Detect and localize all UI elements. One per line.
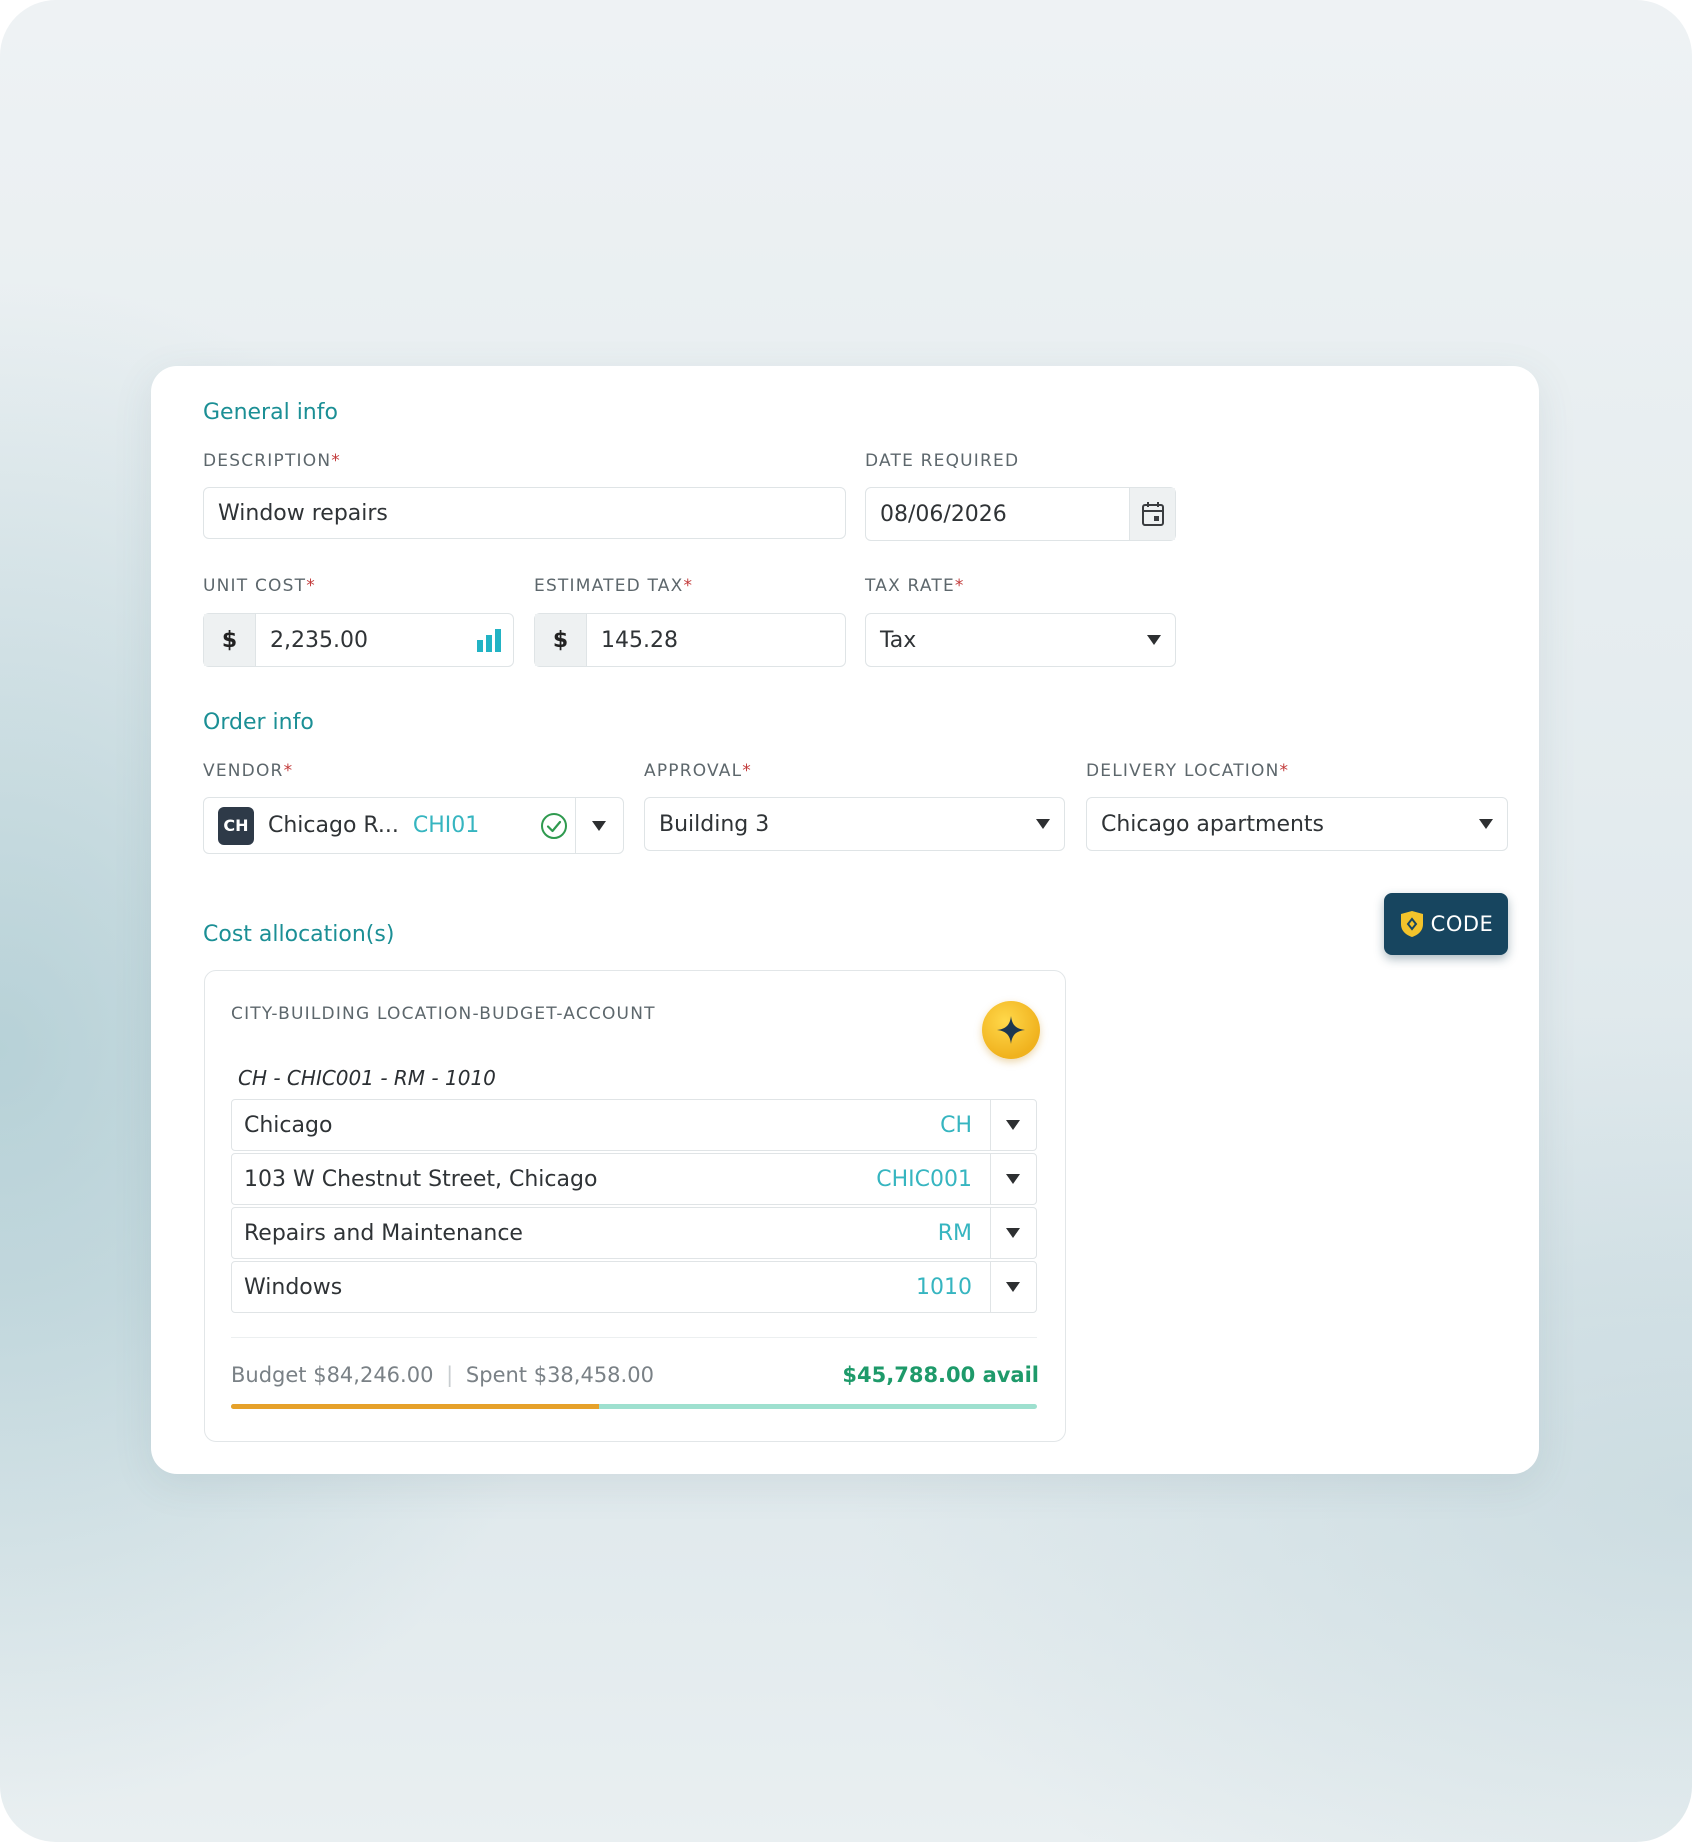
tax-rate-value: Tax bbox=[880, 627, 917, 653]
vendor-select[interactable]: CH Chicago R... CHI01 bbox=[203, 797, 624, 854]
segment-dropdown-button[interactable] bbox=[990, 1100, 1036, 1150]
chevron-down-icon bbox=[1006, 1282, 1020, 1292]
required-marker: * bbox=[283, 761, 294, 781]
segment-row-city[interactable]: Chicago CH bbox=[231, 1099, 1037, 1151]
approval-select[interactable]: Building 3 bbox=[644, 797, 1065, 851]
check-circle-icon bbox=[541, 813, 567, 839]
vendor-name: Chicago R... bbox=[268, 813, 399, 838]
vendor-label: VENDOR* bbox=[203, 761, 293, 781]
bar-chart-icon[interactable] bbox=[475, 626, 503, 654]
calendar-button[interactable] bbox=[1129, 488, 1175, 540]
sparkle-icon bbox=[997, 1016, 1025, 1044]
required-marker: * bbox=[331, 451, 341, 471]
form-card: General info DESCRIPTION* Window repairs… bbox=[151, 366, 1539, 1474]
cost-allocation-title: Cost allocation(s) bbox=[203, 922, 395, 947]
chevron-down-icon bbox=[1036, 819, 1050, 829]
required-marker: * bbox=[683, 576, 694, 596]
tax-rate-label: TAX RATE* bbox=[865, 576, 965, 596]
calendar-icon bbox=[1141, 502, 1164, 526]
description-label-text: DESCRIPTION bbox=[203, 451, 332, 471]
spent-amount: Spent $38,458.00 bbox=[465, 1363, 654, 1387]
available-amount: $45,788.00 avail bbox=[842, 1363, 1039, 1387]
segment-dropdown-button[interactable] bbox=[990, 1262, 1036, 1312]
general-info-title: General info bbox=[203, 400, 338, 425]
code-button[interactable]: CODE bbox=[1384, 893, 1508, 955]
date-required-value: 08/06/2026 bbox=[880, 501, 1007, 527]
budget-progress-bar bbox=[231, 1404, 1037, 1409]
required-marker: * bbox=[742, 761, 752, 781]
date-required-label: DATE REQUIRED bbox=[865, 451, 1020, 471]
shield-icon bbox=[1400, 911, 1423, 937]
required-marker: * bbox=[1279, 761, 1290, 781]
separator: | bbox=[446, 1363, 454, 1387]
required-marker: * bbox=[306, 576, 316, 596]
approval-label: APPROVAL* bbox=[644, 761, 752, 781]
cost-allocation-panel: CITY-BUILDING LOCATION-BUDGET-ACCOUNT CH… bbox=[204, 970, 1066, 1442]
delivery-location-label-text: DELIVERY LOCATION bbox=[1086, 761, 1280, 781]
approval-label-text: APPROVAL bbox=[644, 761, 743, 781]
currency-prefix: $ bbox=[535, 614, 587, 666]
approval-value: Building 3 bbox=[659, 811, 770, 837]
chevron-down-icon bbox=[1006, 1228, 1020, 1238]
combined-code: CH - CHIC001 - RM - 1010 bbox=[238, 1066, 496, 1090]
chevron-down-icon bbox=[1147, 635, 1161, 645]
segment-code: RM bbox=[937, 1220, 972, 1246]
segment-name: Windows bbox=[244, 1274, 343, 1300]
chevron-down-icon bbox=[1479, 819, 1493, 829]
segment-code: CHIC001 bbox=[876, 1166, 972, 1192]
vendor-label-text: VENDOR bbox=[203, 761, 284, 781]
segment-dropdown-button[interactable] bbox=[990, 1208, 1036, 1258]
segment-row-budget[interactable]: Repairs and Maintenance RM bbox=[231, 1207, 1037, 1259]
budget-amount: Budget $84,246.00 bbox=[231, 1363, 434, 1387]
code-button-label: CODE bbox=[1430, 912, 1494, 936]
description-input[interactable]: Window repairs bbox=[203, 487, 846, 539]
segment-code: 1010 bbox=[916, 1274, 972, 1300]
spent-progress-fill bbox=[231, 1404, 599, 1409]
delivery-location-label: DELIVERY LOCATION* bbox=[1086, 761, 1289, 781]
unit-cost-input[interactable]: $ 2,235.00 bbox=[203, 613, 514, 667]
required-marker: * bbox=[954, 576, 965, 596]
segment-dropdown-button[interactable] bbox=[990, 1154, 1036, 1204]
description-label: DESCRIPTION* bbox=[203, 451, 341, 471]
currency-prefix: $ bbox=[204, 614, 256, 666]
unit-cost-label-text: UNIT COST bbox=[203, 576, 307, 596]
divider bbox=[231, 1337, 1037, 1338]
unit-cost-label: UNIT COST* bbox=[203, 576, 316, 596]
delivery-location-select[interactable]: Chicago apartments bbox=[1086, 797, 1508, 851]
estimated-tax-label: ESTIMATED TAX* bbox=[534, 576, 693, 596]
segment-row-account[interactable]: Windows 1010 bbox=[231, 1261, 1037, 1313]
segment-name: Chicago bbox=[244, 1112, 333, 1138]
chevron-down-icon bbox=[1006, 1120, 1020, 1130]
vendor-dropdown-button[interactable] bbox=[575, 798, 623, 853]
unit-cost-value: 2,235.00 bbox=[270, 627, 368, 653]
chevron-down-icon bbox=[1006, 1174, 1020, 1184]
ai-suggest-button[interactable] bbox=[982, 1001, 1040, 1059]
allocation-header: CITY-BUILDING LOCATION-BUDGET-ACCOUNT bbox=[231, 1004, 656, 1024]
segment-name: Repairs and Maintenance bbox=[244, 1220, 523, 1246]
segment-code: CH bbox=[940, 1112, 972, 1138]
estimated-tax-label-text: ESTIMATED TAX bbox=[534, 576, 684, 596]
date-required-input[interactable]: 08/06/2026 bbox=[865, 487, 1176, 541]
description-value: Window repairs bbox=[218, 500, 388, 526]
budget-summary: Budget $84,246.00 | Spent $38,458.00 bbox=[231, 1363, 654, 1387]
vendor-avatar: CH bbox=[218, 806, 254, 845]
vendor-code: CHI01 bbox=[412, 813, 480, 838]
delivery-location-value: Chicago apartments bbox=[1101, 811, 1325, 837]
chevron-down-icon bbox=[592, 820, 606, 831]
tax-rate-select[interactable]: Tax bbox=[865, 613, 1176, 667]
estimated-tax-value: 145.28 bbox=[601, 627, 678, 653]
segment-name: 103 W Chestnut Street, Chicago bbox=[244, 1166, 598, 1192]
order-info-title: Order info bbox=[203, 710, 314, 735]
estimated-tax-input[interactable]: $ 145.28 bbox=[534, 613, 846, 667]
segment-row-building-location[interactable]: 103 W Chestnut Street, Chicago CHIC001 bbox=[231, 1153, 1037, 1205]
tax-rate-label-text: TAX RATE bbox=[865, 576, 955, 596]
